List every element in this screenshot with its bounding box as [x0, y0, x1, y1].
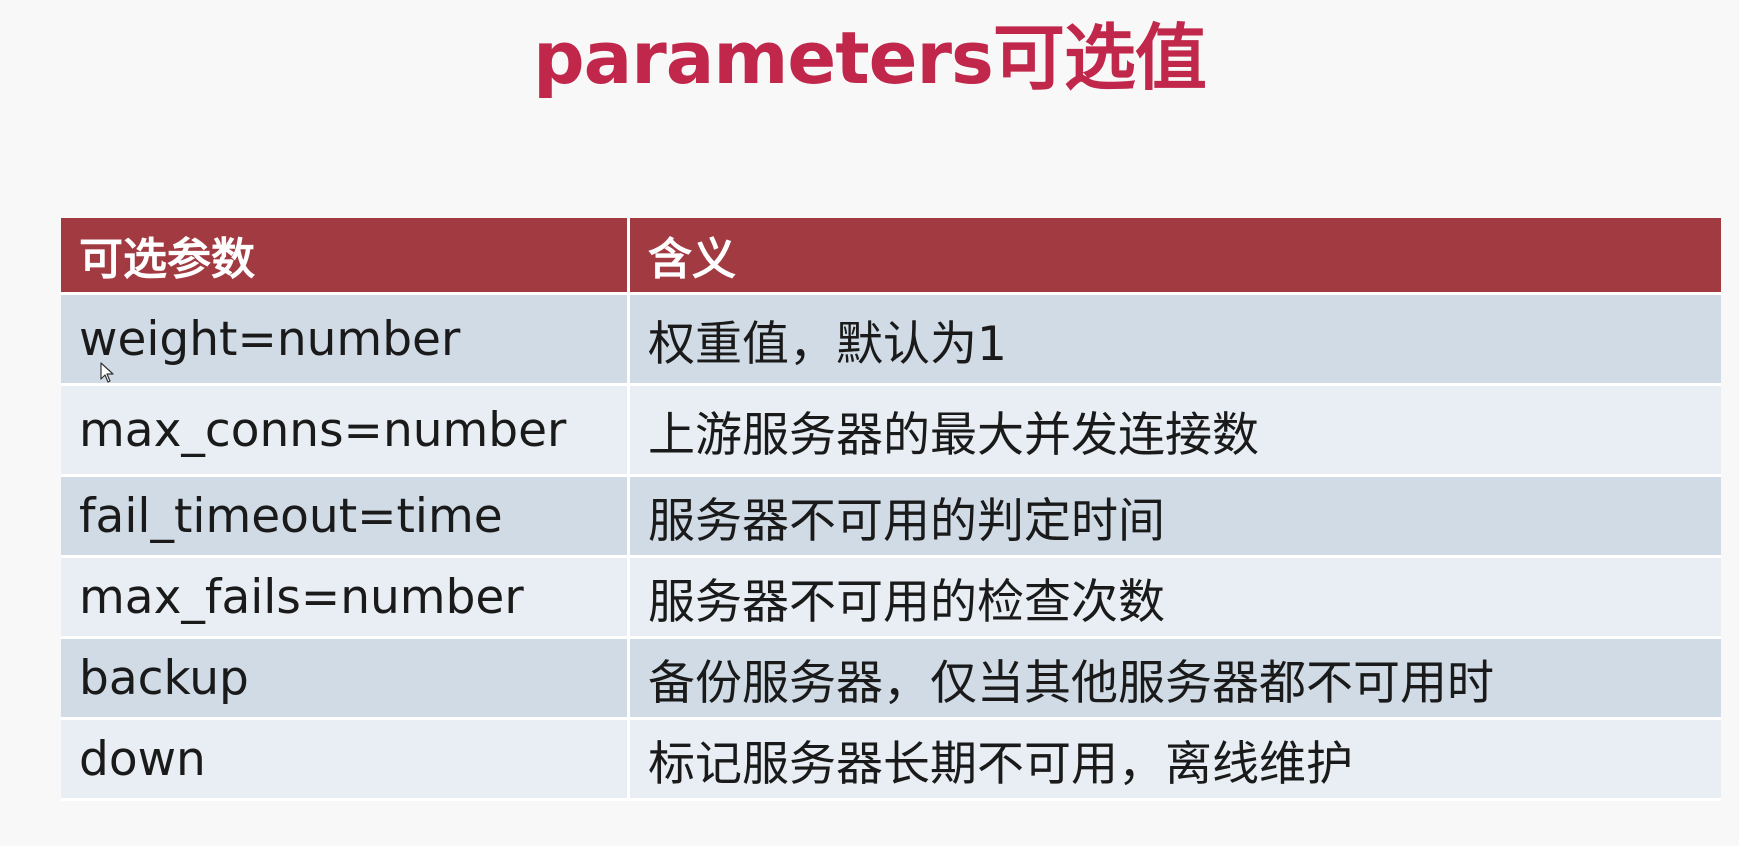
mouse-pointer-icon	[100, 362, 114, 383]
parameters-table: 可选参数 含义 weight=number 权重值，默认为1 max_conns…	[61, 218, 1721, 801]
param-cell: max_conns=number	[61, 386, 630, 477]
table-row: max_fails=number 服务器不可用的检查次数	[61, 558, 1721, 639]
meaning-cell: 服务器不可用的检查次数	[630, 558, 1721, 639]
table-row: backup 备份服务器，仅当其他服务器都不可用时	[61, 639, 1721, 720]
meaning-cell: 权重值，默认为1	[630, 295, 1721, 386]
meaning-cell: 服务器不可用的判定时间	[630, 477, 1721, 558]
column-header-meaning: 含义	[630, 218, 1721, 295]
meaning-cell: 上游服务器的最大并发连接数	[630, 386, 1721, 477]
table-row: down 标记服务器长期不可用，离线维护	[61, 720, 1721, 801]
column-header-param: 可选参数	[61, 218, 630, 295]
param-cell: weight=number	[61, 295, 630, 386]
param-cell: down	[61, 720, 630, 801]
table-row: max_conns=number 上游服务器的最大并发连接数	[61, 386, 1721, 477]
param-cell: fail_timeout=time	[61, 477, 630, 558]
table-row: weight=number 权重值，默认为1	[61, 295, 1721, 386]
table-header-row: 可选参数 含义	[61, 218, 1721, 295]
param-cell: max_fails=number	[61, 558, 630, 639]
meaning-cell: 备份服务器，仅当其他服务器都不可用时	[630, 639, 1721, 720]
meaning-cell: 标记服务器长期不可用，离线维护	[630, 720, 1721, 801]
param-cell: backup	[61, 639, 630, 720]
slide: parameters可选值 可选参数 含义 weight=number 权重值，…	[0, 0, 1739, 846]
page-title: parameters可选值	[533, 16, 1207, 100]
table-row: fail_timeout=time 服务器不可用的判定时间	[61, 477, 1721, 558]
